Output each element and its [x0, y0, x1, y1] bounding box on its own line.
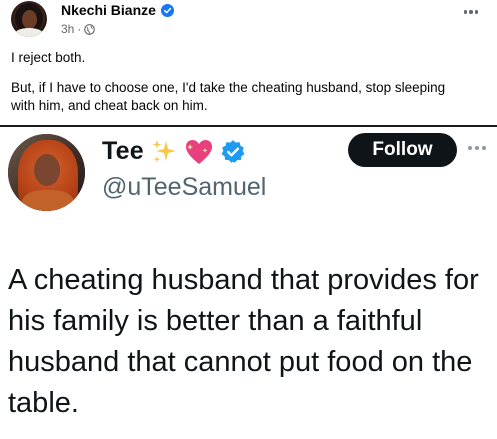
follow-button: Follow	[348, 133, 457, 167]
embedded-tweet: Tee @uTeeSamuel Follow A cheating husban…	[0, 127, 497, 439]
tweet-display-name: Tee	[102, 137, 144, 165]
more-options-icon	[468, 141, 492, 155]
tweet-name-row: Tee	[102, 137, 246, 166]
verified-badge-icon	[221, 139, 245, 163]
globe-icon	[84, 23, 96, 35]
sparkles-icon	[152, 139, 176, 163]
facebook-post: Nkechi Bianze 3h · I reject both. But, i…	[0, 0, 497, 126]
post-meta: 3h ·	[61, 22, 96, 36]
more-options-icon[interactable]	[461, 4, 481, 20]
tweet-handle: @uTeeSamuel	[102, 173, 267, 201]
post-paragraph-1: I reject both.	[11, 50, 86, 65]
post-paragraph-2: But, if I have to choose one, I'd take t…	[11, 80, 446, 113]
author-name-row: Nkechi Bianze	[61, 2, 174, 18]
sparkling-heart-icon	[185, 139, 212, 164]
post-time[interactable]: 3h	[61, 22, 74, 36]
tweet-author-avatar	[8, 134, 85, 211]
author-avatar[interactable]	[11, 1, 47, 37]
verified-badge-icon	[160, 3, 174, 17]
tweet-text: A cheating husband that provides for his…	[8, 264, 479, 419]
meta-separator: ·	[77, 22, 82, 36]
author-name[interactable]: Nkechi Bianze	[61, 2, 156, 18]
